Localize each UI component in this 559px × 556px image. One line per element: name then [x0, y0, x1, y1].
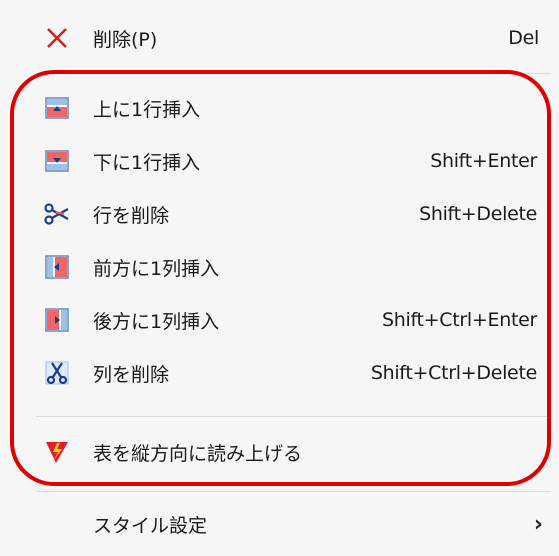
- menu-item-shortcut: Shift+Delete: [419, 203, 537, 225]
- read-aloud-icon: [44, 439, 70, 465]
- insert-column-after-icon: [44, 307, 70, 333]
- insert-row-above-icon: [44, 95, 70, 121]
- menu-item-label: 下に1行挿入: [93, 151, 201, 174]
- x-icon: [44, 25, 70, 51]
- menu-item-shortcut: Shift+Enter: [430, 150, 537, 172]
- menu-item-label: 上に1行挿入: [93, 98, 201, 121]
- menu-item-label: 後方に1列挿入: [93, 310, 220, 333]
- menu-item-delete[interactable]: 削除(P) Del: [0, 10, 559, 66]
- menu-item-label: 行を削除: [93, 204, 170, 227]
- menu-separator: [36, 73, 551, 74]
- chevron-right-icon: ›: [533, 511, 543, 537]
- menu-separator: [36, 491, 551, 492]
- menu-item-insert-row-above[interactable]: 上に1行挿入: [0, 80, 559, 136]
- menu-item-label: スタイル設定: [93, 514, 208, 537]
- insert-row-below-icon: [44, 148, 70, 174]
- menu-item-shortcut: Shift+Ctrl+Delete: [370, 362, 537, 384]
- menu-item-label: 列を削除: [93, 363, 170, 386]
- menu-item-insert-row-below[interactable]: 下に1行挿入 Shift+Enter: [0, 133, 559, 189]
- menu-separator: [36, 416, 551, 417]
- menu-item-label: 削除(P): [93, 28, 158, 51]
- menu-item-insert-column-before[interactable]: 前方に1列挿入: [0, 239, 559, 295]
- scissors-column-icon: [44, 360, 70, 386]
- menu-item-label: 前方に1列挿入: [93, 257, 220, 280]
- menu-item-delete-row[interactable]: 行を削除 Shift+Delete: [0, 186, 559, 242]
- menu-item-shortcut: Shift+Ctrl+Enter: [381, 309, 537, 331]
- context-menu: 削除(P) Del 上に1行挿入 下に1行挿入 Shift+Enter 行を削除…: [0, 0, 559, 556]
- menu-item-insert-column-after[interactable]: 後方に1列挿入 Shift+Ctrl+Enter: [0, 292, 559, 348]
- menu-item-delete-column[interactable]: 列を削除 Shift+Ctrl+Delete: [0, 345, 559, 401]
- menu-item-style-settings[interactable]: スタイル設定 ›: [0, 496, 559, 552]
- insert-column-before-icon: [44, 254, 70, 280]
- scissors-row-icon: [44, 201, 70, 227]
- menu-item-shortcut: Del: [508, 27, 539, 49]
- menu-item-label: 表を縦方向に読み上げる: [93, 442, 303, 465]
- menu-item-read-table-vertical[interactable]: 表を縦方向に読み上げる: [0, 424, 559, 480]
